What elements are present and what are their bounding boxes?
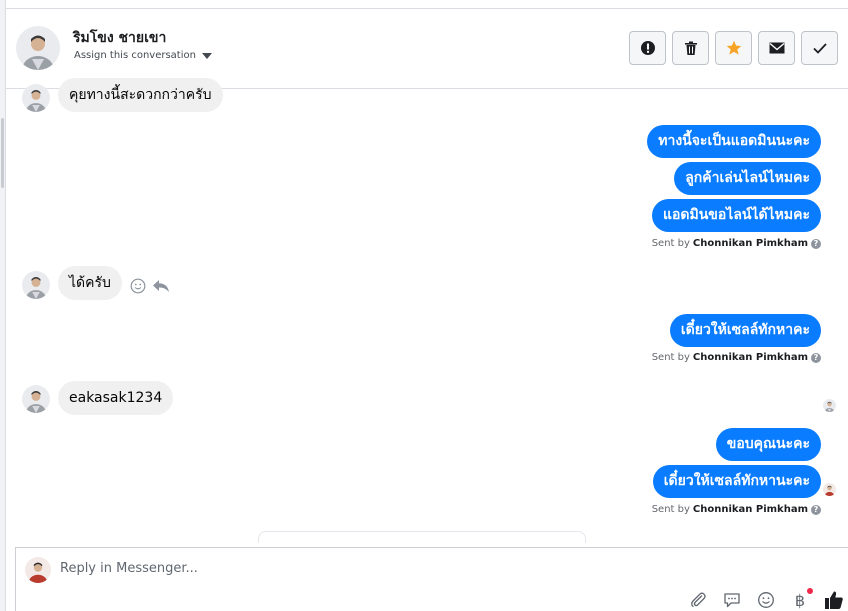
payment-button[interactable]: ฿: [790, 588, 813, 610]
smiley-react-icon[interactable]: [130, 278, 146, 294]
baht-icon: ฿: [794, 590, 806, 610]
help-icon[interactable]: ?: [811, 504, 821, 515]
outgoing-message[interactable]: แอดมินขอไลน์ได้ไหมคะ: [651, 199, 821, 232]
notification-dot: [807, 588, 813, 594]
envelope-icon: [769, 42, 784, 54]
help-icon[interactable]: ?: [811, 352, 821, 363]
outgoing-message[interactable]: ขอบคุณนะคะ: [715, 428, 821, 461]
assign-label: Assign this conversation: [74, 50, 196, 61]
alert-icon: [640, 41, 655, 55]
thumbs-up-icon: [825, 591, 843, 609]
contact-avatar-small: [22, 385, 50, 413]
mark-done-button[interactable]: [801, 31, 838, 65]
emoji-button[interactable]: [756, 590, 776, 610]
trash-icon: [684, 41, 697, 55]
incoming-message[interactable]: คุยทางนี้สะดวกกว่าครับ: [58, 78, 223, 112]
reply-input[interactable]: [60, 561, 460, 576]
left-scroll-rail[interactable]: [0, 0, 6, 611]
message-tools: [130, 278, 170, 294]
paperclip-icon: [691, 592, 706, 608]
star-icon: [726, 40, 741, 55]
assign-conversation-dropdown[interactable]: Assign this conversation: [74, 50, 212, 61]
delete-button[interactable]: [672, 31, 709, 65]
sent-by-note: Sent by Chonnikan Pimkham ?: [652, 352, 821, 363]
check-icon: [812, 43, 827, 54]
floating-panel-edge: [258, 531, 586, 543]
incoming-message[interactable]: eakasak1234: [58, 381, 174, 415]
reply-composer: ฿: [15, 547, 848, 611]
conversation-header: ริมโขง ชายเขา Assign this conversation: [6, 9, 848, 89]
conversation-actions: [629, 31, 838, 65]
agent-avatar: [25, 557, 51, 583]
incoming-message[interactable]: ได้ครับ: [58, 266, 122, 300]
seen-avatar: [823, 399, 836, 412]
seen-avatar-agent: [823, 483, 836, 496]
like-button[interactable]: [824, 590, 844, 610]
contact-avatar[interactable]: [16, 26, 60, 70]
star-button[interactable]: [715, 31, 752, 65]
sent-by-agent[interactable]: Chonnikan Pimkham: [693, 352, 808, 363]
sent-by-note: Sent by Chonnikan Pimkham ?: [652, 504, 821, 515]
sent-by-agent[interactable]: Chonnikan Pimkham: [693, 504, 808, 515]
mark-unread-button[interactable]: [758, 31, 795, 65]
saved-replies-button[interactable]: [722, 590, 742, 610]
outgoing-message[interactable]: ลูกค้าเล่นไลน์ไหมคะ: [674, 162, 821, 195]
contact-name[interactable]: ริมโขง ชายเขา: [73, 27, 166, 49]
mark-spam-button[interactable]: [629, 31, 666, 65]
reply-arrow-icon[interactable]: [152, 278, 170, 294]
contact-avatar-small: [22, 271, 50, 299]
outgoing-message[interactable]: ทางนี้จะเป็นแอดมินนะคะ: [647, 125, 821, 158]
speech-bubble-icon: [724, 593, 740, 608]
sent-by-agent[interactable]: Chonnikan Pimkham: [693, 238, 808, 249]
outgoing-message[interactable]: เดี๋ยวให้เซลล์ทักหานะคะ: [652, 465, 821, 498]
attach-button[interactable]: [688, 590, 708, 610]
sent-by-prefix: Sent by: [651, 352, 690, 363]
smiley-icon: [758, 592, 774, 608]
outgoing-message[interactable]: เดี๋ยวให้เซลล์ทักหาคะ: [669, 314, 821, 347]
composer-tools: ฿: [688, 588, 844, 610]
help-icon[interactable]: ?: [811, 238, 821, 249]
caret-down-icon: [201, 52, 212, 59]
scrollbar-thumb[interactable]: [1, 118, 4, 188]
sent-by-prefix: Sent by: [651, 504, 690, 515]
sent-by-prefix: Sent by: [651, 238, 690, 249]
contact-avatar-small: [22, 84, 50, 112]
sent-by-note: Sent by Chonnikan Pimkham ?: [652, 238, 821, 249]
